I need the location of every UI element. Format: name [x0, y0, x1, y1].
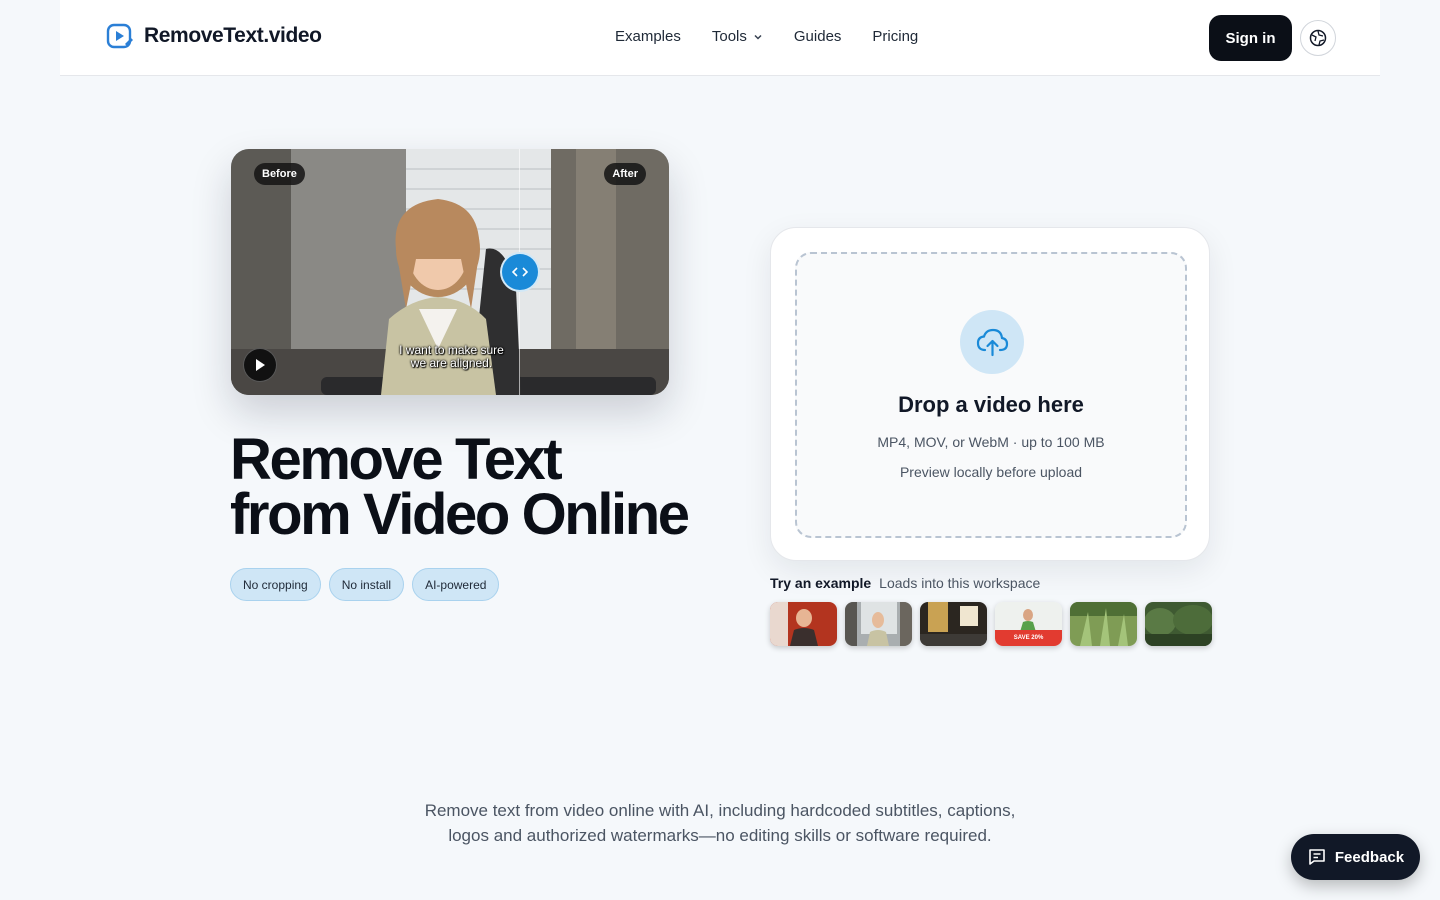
subtitle-line-2: we are aligned. [410, 356, 493, 370]
brand-logo[interactable]: RemoveText.video [106, 22, 322, 50]
chat-icon [1309, 849, 1325, 865]
nav-pricing[interactable]: Pricing [872, 28, 918, 45]
language-button[interactable] [1300, 20, 1336, 56]
example-thumb-4[interactable]: SAVE 20% [995, 602, 1062, 646]
description-line-2: logos and authorized watermarks—no editi… [448, 826, 992, 845]
site-header: RemoveText.video Examples Tools Guides P… [60, 0, 1380, 76]
video-dropzone[interactable]: Drop a video here MP4, MOV, or WebM · up… [795, 252, 1187, 538]
description-line-1: Remove text from video online with AI, i… [424, 801, 1016, 820]
page-description: Remove text from video online with AI, i… [400, 798, 1040, 848]
title-line-1: Remove Text [230, 427, 563, 492]
chip-no-cropping: No cropping [230, 568, 321, 601]
example-image-5 [1070, 602, 1137, 646]
logo-icon [106, 23, 133, 49]
title-line-2: from Video Online [230, 482, 690, 547]
feedback-button[interactable]: Feedback [1291, 834, 1420, 880]
feature-chips: No cropping No install AI-powered [230, 568, 500, 601]
main-nav: Examples Tools Guides Pricing [615, 28, 918, 45]
chip-ai-powered: AI-powered [412, 568, 500, 601]
page-title: Remove Text from Video Online [230, 427, 710, 547]
upload-icon-circle [960, 310, 1024, 374]
nav-guides[interactable]: Guides [794, 28, 842, 45]
example-image-2 [845, 602, 912, 646]
example-image-3 [920, 602, 987, 646]
cloud-upload-icon [976, 328, 1009, 357]
feedback-label: Feedback [1334, 848, 1405, 866]
example-thumb-1[interactable] [770, 602, 837, 646]
before-badge: Before [254, 163, 305, 185]
dropzone-formats: MP4, MOV, or WebM · up to 100 MB [877, 434, 1105, 450]
dropzone-note: Preview locally before upload [899, 464, 1083, 480]
example-thumb-caption: SAVE 20% [1014, 635, 1044, 641]
nav-guides-label: Guides [793, 28, 842, 45]
example-image-1 [770, 602, 837, 646]
nav-tools-label: Tools [711, 28, 747, 45]
example-thumbnails: SAVE 20% [770, 602, 1212, 646]
examples-label: Try an example [770, 575, 872, 591]
nav-examples-label: Examples [615, 28, 681, 45]
example-thumb-5[interactable] [1070, 602, 1137, 646]
example-thumb-6[interactable] [1145, 602, 1212, 646]
brand-name: RemoveText.video [144, 24, 322, 47]
examples-header: Try an example Loads into this workspace [770, 575, 1040, 591]
nav-examples[interactable]: Examples [615, 28, 681, 45]
play-button[interactable] [243, 348, 277, 382]
play-icon [256, 359, 265, 371]
after-badge: After [604, 163, 646, 185]
sign-in-button[interactable]: Sign in [1209, 15, 1292, 61]
compare-slider-handle[interactable] [500, 252, 540, 292]
before-after-video[interactable]: Before After I want to make sure we are … [231, 149, 669, 395]
example-thumb-2[interactable] [845, 602, 912, 646]
dropzone-title: Drop a video here [898, 392, 1084, 417]
chip-no-install: No install [328, 568, 405, 601]
example-thumb-3[interactable] [920, 602, 987, 646]
nav-tools[interactable]: Tools [712, 28, 763, 45]
burned-in-subtitle: I want to make sure we are aligned. [379, 344, 524, 370]
example-image-6 [1145, 602, 1212, 646]
globe-icon [1309, 29, 1327, 47]
upload-card: Drop a video here MP4, MOV, or WebM · up… [770, 227, 1210, 561]
example-image-4: SAVE 20% [995, 602, 1062, 646]
chevron-down-icon [754, 34, 762, 40]
examples-note: Loads into this workspace [879, 575, 1041, 591]
nav-pricing-label: Pricing [872, 28, 919, 45]
code-brackets-icon [512, 267, 528, 277]
